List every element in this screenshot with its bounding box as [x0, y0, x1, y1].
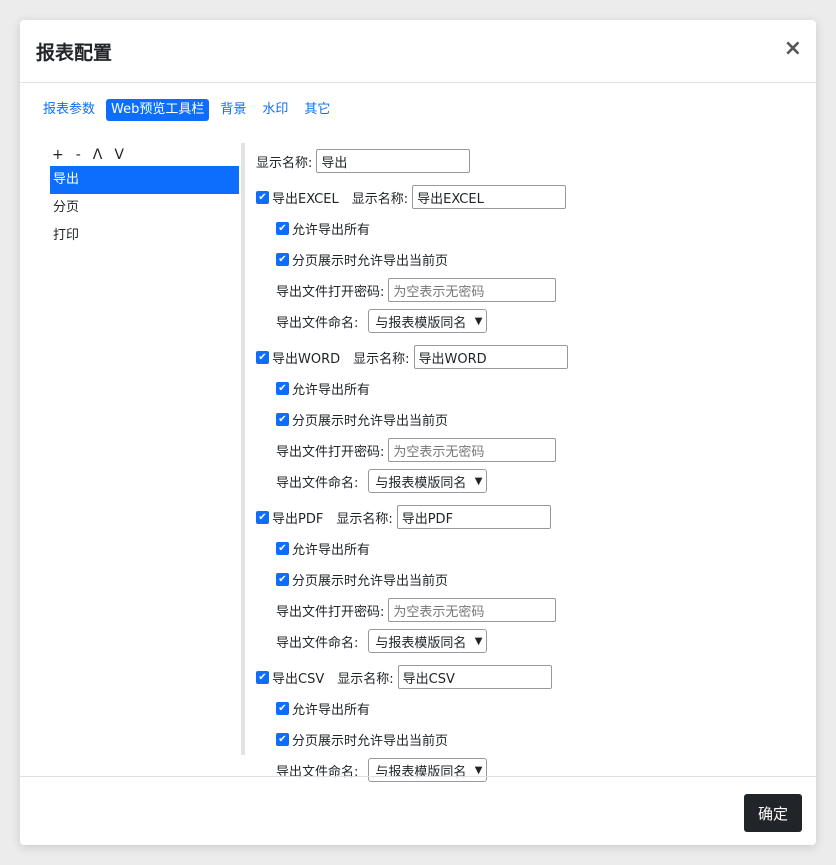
checkmark-icon[interactable]: ✔ — [276, 381, 289, 395]
word-name-input[interactable]: 导出WORD — [413, 345, 568, 369]
pdf-password-input[interactable]: 为空表示无密码 — [388, 598, 557, 622]
csv-checkbox-label: 导出CSV — [272, 671, 325, 687]
pdf-allow-all-row: ✔ 允许导出所有 — [256, 535, 796, 561]
word-allow-all-label: 允许导出所有 — [292, 382, 371, 398]
excel-password-input[interactable]: 为空表示无密码 — [388, 278, 557, 302]
pdf-allow-all-label: 允许导出所有 — [292, 542, 371, 558]
display-name-row: 显示名称: 导出 — [256, 148, 796, 174]
excel-naming-row: 导出文件命名: 与报表模版同名 ▼ — [256, 308, 796, 334]
csv-row: ✔ 导出CSV 显示名称: 导出CSV — [256, 664, 796, 690]
checkmark-icon[interactable]: ✔ — [276, 732, 289, 746]
word-password-input[interactable]: 为空表示无密码 — [388, 438, 557, 462]
excel-row: ✔ 导出EXCEL 显示名称: 导出EXCEL — [256, 184, 796, 210]
csv-allow-page-label: 分页展示时允许导出当前页 — [292, 733, 449, 749]
pdf-naming-row: 导出文件命名: 与报表模版同名 ▼ — [256, 628, 796, 654]
checkmark-icon[interactable]: ✔ — [256, 350, 269, 364]
dialog-header: 报表配置 × — [20, 20, 816, 83]
excel-allow-page-row: ✔ 分页展示时允许导出当前页 — [256, 246, 796, 272]
list-item-paging[interactable]: 分页 — [50, 194, 239, 222]
word-password-row: 导出文件打开密码: 为空表示无密码 — [256, 437, 796, 463]
item-detail-panel: 显示名称: 导出 ✔ 导出EXCEL 显示名称: 导出EXCEL ✔ 允许导出所… — [256, 148, 796, 783]
list-item-print[interactable]: 打印 — [50, 222, 239, 250]
word-allow-page-label: 分页展示时允许导出当前页 — [292, 413, 449, 429]
checkmark-icon[interactable]: ✔ — [276, 221, 289, 235]
csv-name-label: 显示名称: — [337, 671, 394, 687]
move-up-button[interactable]: Λ — [93, 147, 103, 163]
checkmark-icon[interactable]: ✔ — [276, 252, 289, 266]
pdf-name-label: 显示名称: — [336, 511, 393, 527]
display-name-label: 显示名称: — [256, 155, 313, 171]
word-naming-label: 导出文件命名: — [276, 475, 359, 491]
chevron-down-icon: ▼ — [474, 475, 483, 487]
word-naming-value: 与报表模版同名 — [375, 475, 467, 491]
word-name-label: 显示名称: — [353, 351, 410, 367]
close-icon[interactable]: × — [784, 36, 802, 62]
excel-allow-all-row: ✔ 允许导出所有 — [256, 215, 796, 241]
pdf-naming-value: 与报表模版同名 — [375, 635, 467, 651]
checkmark-icon[interactable]: ✔ — [256, 190, 269, 204]
dialog-footer: 确定 — [20, 776, 816, 845]
excel-password-label: 导出文件打开密码: — [276, 284, 385, 300]
word-checkbox-label: 导出WORD — [272, 351, 341, 367]
checkmark-icon[interactable]: ✔ — [276, 412, 289, 426]
pdf-row: ✔ 导出PDF 显示名称: 导出PDF — [256, 504, 796, 530]
list-item-export[interactable]: 导出 — [50, 166, 239, 194]
word-row: ✔ 导出WORD 显示名称: 导出WORD — [256, 344, 796, 370]
ok-button[interactable]: 确定 — [744, 794, 802, 832]
dialog-title: 报表配置 — [36, 42, 113, 64]
checkmark-icon[interactable]: ✔ — [256, 670, 269, 684]
move-down-button[interactable]: V — [114, 147, 124, 163]
panel-divider — [241, 143, 245, 755]
pdf-allow-page-row: ✔ 分页展示时允许导出当前页 — [256, 566, 796, 592]
report-config-dialog: 报表配置 × 报表参数 Web预览工具栏 背景 水印 其它 + - Λ V 导出… — [20, 20, 816, 845]
pdf-password-label: 导出文件打开密码: — [276, 604, 385, 620]
excel-naming-select[interactable]: 与报表模版同名 ▼ — [368, 309, 488, 333]
checkmark-icon[interactable]: ✔ — [276, 701, 289, 715]
toolbar-item-list: + - Λ V 导出 分页 打印 — [50, 144, 239, 250]
pdf-naming-label: 导出文件命名: — [276, 635, 359, 651]
add-item-button[interactable]: + — [52, 147, 64, 163]
chevron-down-icon: ▼ — [474, 764, 483, 776]
chevron-down-icon: ▼ — [474, 315, 483, 327]
pdf-allow-page-label: 分页展示时允许导出当前页 — [292, 573, 449, 589]
tab-other[interactable]: 其它 — [299, 99, 335, 121]
checkmark-icon[interactable]: ✔ — [256, 510, 269, 524]
excel-name-label: 显示名称: — [351, 191, 409, 207]
csv-name-input[interactable]: 导出CSV — [397, 665, 552, 689]
word-naming-row: 导出文件命名: 与报表模版同名 ▼ — [256, 468, 796, 494]
tab-watermark[interactable]: 水印 — [257, 99, 293, 121]
tab-report-params[interactable]: 报表参数 — [38, 99, 100, 121]
excel-naming-label: 导出文件命名: — [276, 315, 359, 331]
tab-web-toolbar[interactable]: Web预览工具栏 — [106, 99, 210, 121]
checkmark-icon[interactable]: ✔ — [276, 572, 289, 586]
excel-password-row: 导出文件打开密码: 为空表示无密码 — [256, 277, 796, 303]
chevron-down-icon: ▼ — [474, 635, 483, 647]
tab-bar: 报表参数 Web预览工具栏 背景 水印 其它 — [38, 99, 335, 121]
word-naming-select[interactable]: 与报表模版同名 ▼ — [368, 469, 488, 493]
remove-item-button[interactable]: - — [76, 147, 81, 163]
excel-checkbox-label: 导出EXCEL — [272, 191, 339, 207]
csv-allow-all-label: 允许导出所有 — [292, 702, 371, 718]
word-password-label: 导出文件打开密码: — [276, 444, 385, 460]
excel-naming-value: 与报表模版同名 — [375, 315, 467, 331]
display-name-input[interactable]: 导出 — [316, 149, 471, 173]
checkmark-icon[interactable]: ✔ — [276, 541, 289, 555]
pdf-naming-select[interactable]: 与报表模版同名 ▼ — [368, 629, 488, 653]
excel-allow-page-label: 分页展示时允许导出当前页 — [292, 253, 449, 269]
word-allow-page-row: ✔ 分页展示时允许导出当前页 — [256, 406, 796, 432]
pdf-checkbox-label: 导出PDF — [272, 511, 324, 527]
tab-background[interactable]: 背景 — [215, 99, 251, 121]
word-allow-all-row: ✔ 允许导出所有 — [256, 375, 796, 401]
csv-allow-page-row: ✔ 分页展示时允许导出当前页 — [256, 726, 796, 752]
pdf-name-input[interactable]: 导出PDF — [396, 505, 551, 529]
excel-allow-all-label: 允许导出所有 — [292, 222, 371, 238]
pdf-password-row: 导出文件打开密码: 为空表示无密码 — [256, 597, 796, 623]
excel-name-input[interactable]: 导出EXCEL — [412, 185, 567, 209]
csv-allow-all-row: ✔ 允许导出所有 — [256, 695, 796, 721]
list-tools: + - Λ V — [50, 144, 239, 166]
